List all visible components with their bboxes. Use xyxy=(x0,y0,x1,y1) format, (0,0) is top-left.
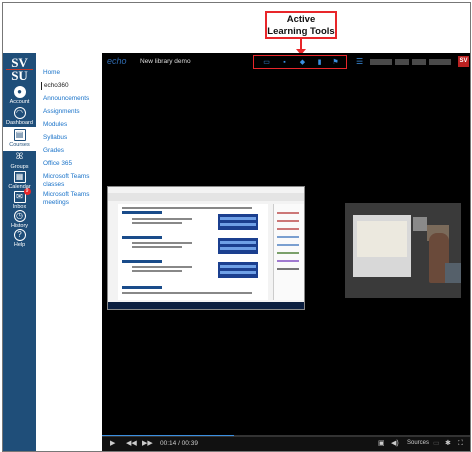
course-navigation: Home echo360 Announcements Assignments M… xyxy=(36,53,102,451)
global-nav-calendar[interactable]: ▦ Calendar xyxy=(3,171,36,190)
doc-line xyxy=(132,270,182,272)
player-header: echo New library demo ▭ ▪ ◆ ▮ ⚑ ☰ SV xyxy=(102,53,470,71)
course-nav-assignments[interactable]: Assignments xyxy=(43,108,99,116)
course-nav-grades[interactable]: Grades xyxy=(43,147,99,155)
panel-item xyxy=(277,236,299,238)
screenshot-frame: Active Learning Tools SV SU ● Account ◠ … xyxy=(2,2,471,452)
dashboard-icon: ◠ xyxy=(13,107,26,119)
recording-panel-image xyxy=(218,214,258,230)
global-nav-inbox[interactable]: ✉ 9 Inbox xyxy=(3,188,36,210)
doc-heading xyxy=(122,286,162,289)
doc-line xyxy=(132,242,192,244)
chat-icon[interactable]: ▪ xyxy=(281,59,288,66)
calendar-icon: ▦ xyxy=(13,171,26,183)
fullscreen-icon[interactable]: ⛶ xyxy=(458,440,463,448)
quality-icon[interactable]: ▭ xyxy=(433,440,440,448)
active-learning-tools-callout: Active Learning Tools xyxy=(265,11,337,39)
panel-item xyxy=(277,228,299,230)
confusion-icon[interactable]: ⚑ xyxy=(332,59,339,66)
top-bar: Active Learning Tools xyxy=(3,3,470,55)
course-nav-announcements[interactable]: Announcements xyxy=(43,95,99,103)
logo-line-2: SU xyxy=(6,69,33,82)
captured-toolbar xyxy=(108,193,304,201)
caption-icon[interactable]: ▣ xyxy=(378,440,385,448)
projector-screen xyxy=(353,215,411,277)
fast-forward-icon[interactable]: ▶▶ xyxy=(142,440,153,448)
doc-line xyxy=(132,246,182,248)
global-nav-groups[interactable]: ꕤ Groups xyxy=(3,151,36,170)
recording-panel-image xyxy=(218,238,258,254)
active-learning-tools-toolbar: ▭ ▪ ◆ ▮ ⚑ xyxy=(253,55,347,69)
doc-heading xyxy=(122,260,162,263)
echo360-player: echo New library demo ▭ ▪ ◆ ▮ ⚑ ☰ SV ▶ ◀… xyxy=(102,53,470,451)
panel-item xyxy=(277,212,299,214)
global-nav-label: Account xyxy=(9,99,30,105)
history-icon: ◷ xyxy=(13,210,26,222)
global-navigation: SV SU ● Account ◠ Dashboard ▤ Courses ꕤ … xyxy=(3,53,36,451)
presentation-title: New library demo xyxy=(140,58,191,65)
bookmark-icon[interactable]: ◆ xyxy=(299,59,306,66)
captured-taskbar xyxy=(108,302,304,309)
projected-image xyxy=(357,221,407,257)
course-nav-office-365[interactable]: Office 365 xyxy=(43,160,99,168)
redacted-text xyxy=(412,59,426,65)
screen-capture-feed[interactable] xyxy=(107,186,305,310)
doc-line xyxy=(132,218,192,220)
volume-icon[interactable]: ◀) xyxy=(391,440,399,448)
doc-heading xyxy=(122,211,162,214)
groups-icon: ꕤ xyxy=(15,151,24,161)
panel-item xyxy=(277,220,299,222)
doc-heading xyxy=(122,236,162,239)
doc-line xyxy=(122,292,252,294)
course-nav-teams-classes[interactable]: Microsoft Teams classes xyxy=(43,173,99,189)
global-nav-label: Dashboard xyxy=(6,120,33,126)
doc-line xyxy=(132,222,182,224)
sources-button[interactable]: Sources xyxy=(407,440,429,446)
doc-line xyxy=(132,266,192,268)
captured-document xyxy=(118,204,268,300)
settings-icon[interactable]: ✱ xyxy=(445,440,451,448)
redacted-text xyxy=(395,59,409,65)
panel-item xyxy=(277,268,299,270)
playback-controls: ▶ ◀◀ ▶▶ 00:14 / 00:39 ▣ ◀) Sources ▭ ✱ ⛶ xyxy=(102,436,470,451)
global-nav-history[interactable]: ◷ History xyxy=(3,210,36,229)
panel-item xyxy=(277,244,299,246)
global-nav-label: Help xyxy=(13,242,26,248)
course-nav-modules[interactable]: Modules xyxy=(43,121,99,129)
captured-side-panel xyxy=(273,204,304,300)
help-icon: ? xyxy=(13,229,26,241)
inbox-badge: 9 xyxy=(23,188,31,195)
global-nav-help[interactable]: ? Help xyxy=(3,229,36,248)
panel-item xyxy=(277,260,299,262)
global-nav-label: Courses xyxy=(9,142,30,148)
pixelated-area xyxy=(445,263,461,283)
redacted-text xyxy=(429,59,451,65)
course-nav-syllabus[interactable]: Syllabus xyxy=(43,134,99,142)
account-icon: ● xyxy=(13,86,26,98)
flag-icon[interactable]: ▮ xyxy=(316,59,323,66)
time-display: 00:14 / 00:39 xyxy=(160,440,198,447)
panel-item xyxy=(277,252,299,254)
global-nav-dashboard[interactable]: ◠ Dashboard xyxy=(3,107,36,126)
svsu-logo[interactable]: SV SU xyxy=(6,56,33,82)
echo-brand: echo xyxy=(107,56,127,66)
svsu-badge-icon: SV xyxy=(458,56,469,67)
camera-feed[interactable] xyxy=(345,203,461,298)
redacted-text xyxy=(370,59,392,65)
rewind-icon[interactable]: ◀◀ xyxy=(126,440,137,448)
menu-icon[interactable]: ☰ xyxy=(356,57,363,66)
course-nav-teams-meetings[interactable]: Microsoft Teams meetings xyxy=(43,191,99,207)
recording-panel-image xyxy=(218,262,258,278)
global-nav-account[interactable]: ● Account xyxy=(3,86,36,105)
doc-line xyxy=(122,207,252,209)
courses-icon: ▤ xyxy=(13,129,26,141)
global-nav-label: Groups xyxy=(10,164,29,170)
play-icon[interactable]: ▶ xyxy=(110,440,115,448)
course-nav-echo360[interactable]: echo360 xyxy=(41,82,100,90)
global-nav-courses[interactable]: ▤ Courses xyxy=(3,127,36,151)
pixelated-area xyxy=(413,217,427,231)
inbox-icon: ✉ 9 xyxy=(13,188,31,203)
course-nav-home[interactable]: Home xyxy=(43,69,99,77)
slides-icon[interactable]: ▭ xyxy=(263,59,270,66)
